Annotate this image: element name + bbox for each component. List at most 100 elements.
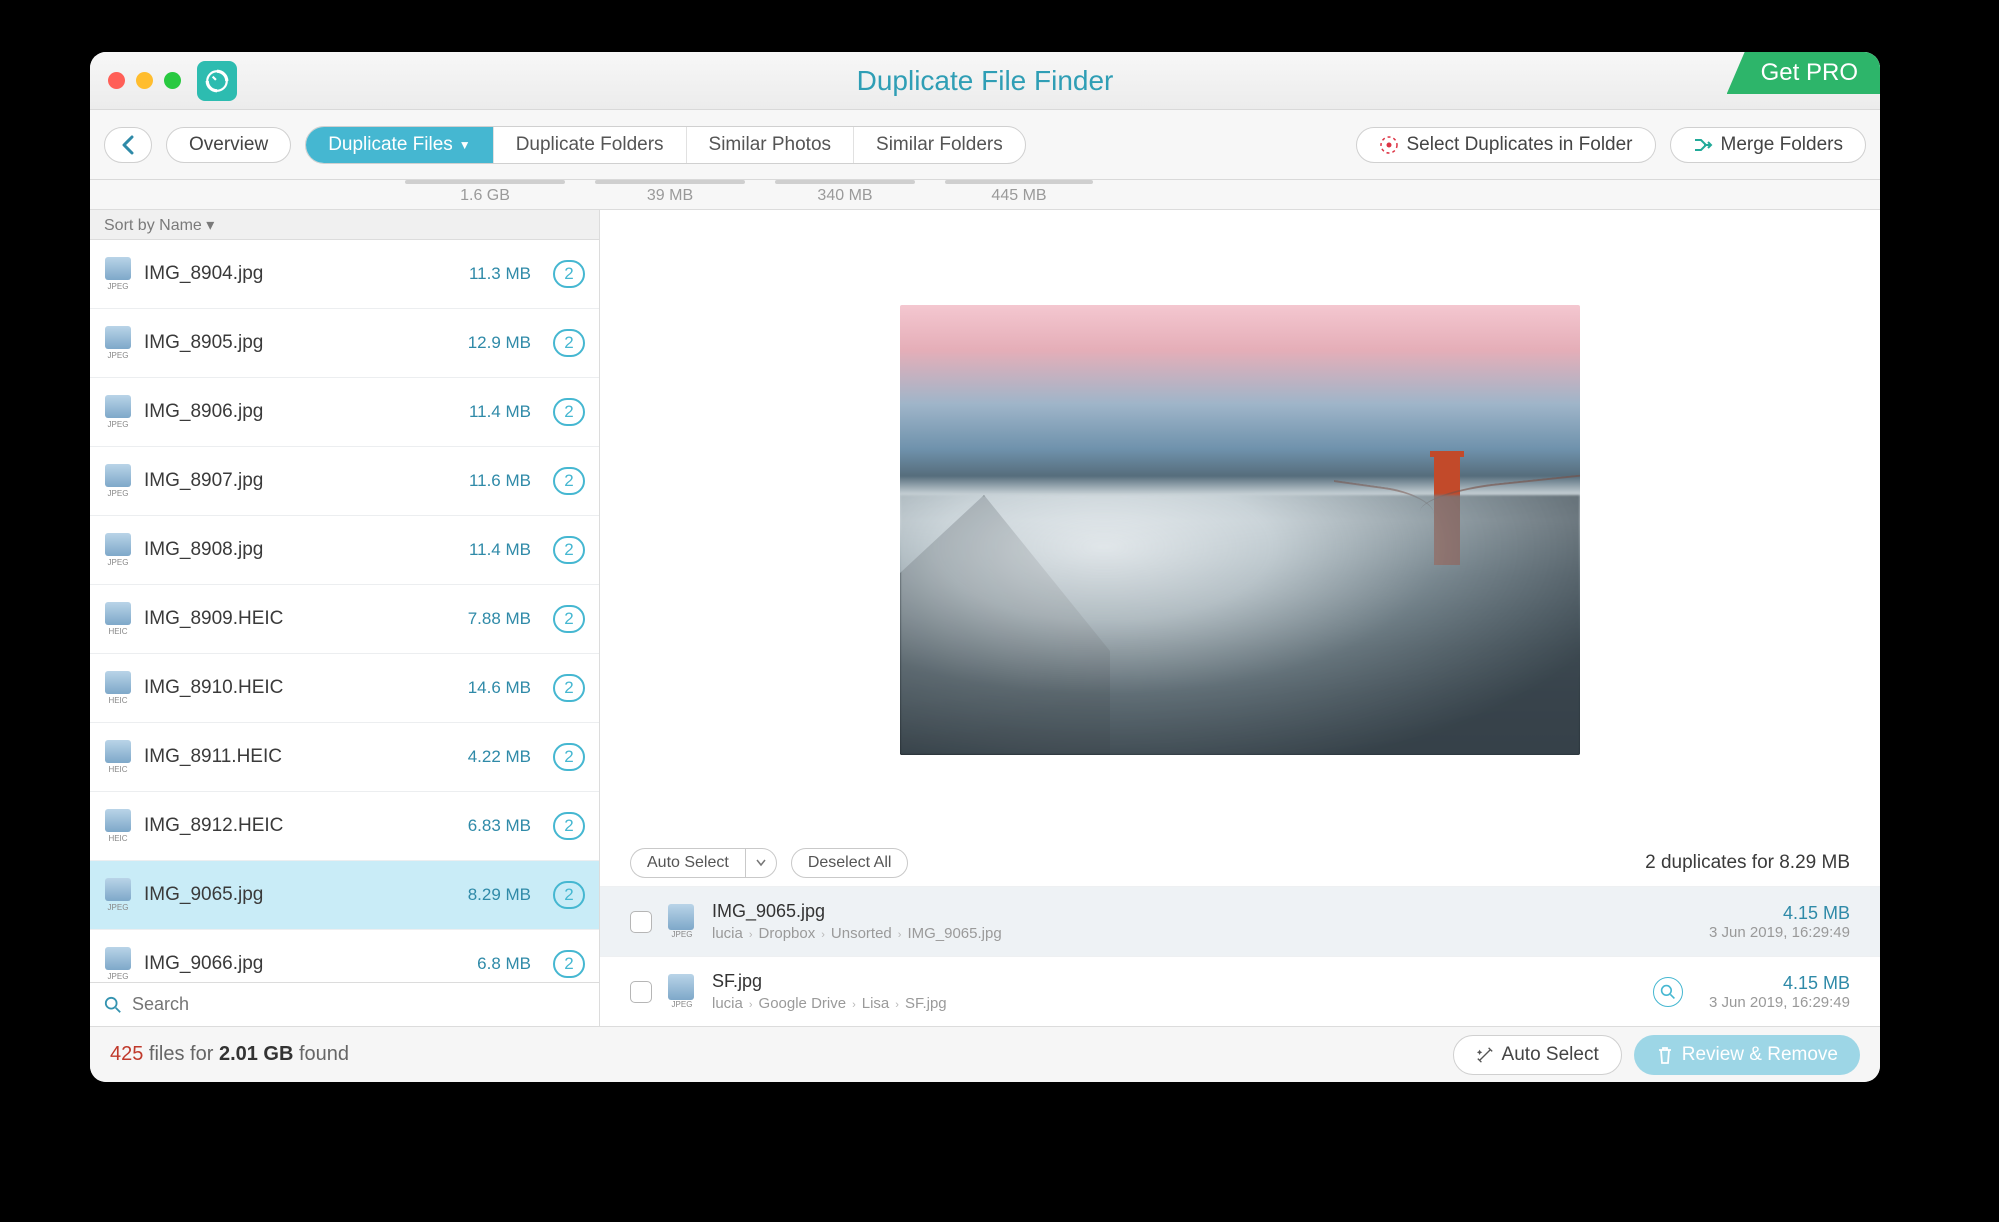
file-icon: JPEG [104, 257, 132, 291]
file-icon: HEIC [104, 602, 132, 636]
body: Sort by Name ▾ JPEG IMG_8904.jpg 11.3 MB… [90, 210, 1880, 1026]
file-size: 8.29 MB [468, 885, 531, 905]
footer-status: 425 files for 2.01 GB found [110, 1043, 349, 1066]
checkbox[interactable] [630, 911, 652, 933]
tab-size-label: 445 MB [930, 180, 1108, 205]
titlebar: Duplicate File Finder Get PRO [90, 52, 1880, 110]
file-name: IMG_8907.jpg [144, 470, 457, 492]
category-tabs: Duplicate Files▼Duplicate FoldersSimilar… [305, 126, 1026, 164]
auto-select-dropdown[interactable] [745, 848, 777, 878]
maximize-icon[interactable] [164, 72, 181, 89]
duplicate-count-badge: 2 [553, 605, 585, 633]
file-name: IMG_8908.jpg [144, 539, 457, 561]
duplicate-date: 3 Jun 2019, 16:29:49 [1709, 924, 1850, 941]
minimize-icon[interactable] [136, 72, 153, 89]
quicklook-button[interactable] [1653, 977, 1683, 1007]
duplicate-count-badge: 2 [553, 812, 585, 840]
duplicate-count-badge: 2 [553, 329, 585, 357]
tab-similar-folders[interactable]: Similar Folders [854, 127, 1025, 163]
list-item[interactable]: JPEG IMG_8904.jpg 11.3 MB 2 [90, 240, 599, 309]
wand-icon [1476, 1046, 1494, 1064]
footer-auto-select-button[interactable]: Auto Select [1453, 1035, 1622, 1075]
preview-area [600, 210, 1880, 840]
toolbar: Overview Duplicate Files▼Duplicate Folde… [90, 110, 1880, 180]
duplicate-count-badge: 2 [553, 743, 585, 771]
file-size: 14.6 MB [468, 678, 531, 698]
duplicate-size: 4.15 MB [1709, 973, 1850, 994]
duplicate-count-badge: 2 [553, 674, 585, 702]
merge-folders-button[interactable]: Merge Folders [1670, 127, 1867, 163]
duplicate-date: 3 Jun 2019, 16:29:49 [1709, 994, 1850, 1011]
file-icon: JPEG [668, 974, 696, 1009]
auto-select-button[interactable]: Auto Select [630, 848, 745, 878]
preview-image[interactable] [900, 305, 1580, 755]
list-item[interactable]: HEIC IMG_8910.HEIC 14.6 MB 2 [90, 654, 599, 723]
merge-folders-label: Merge Folders [1721, 134, 1844, 156]
file-name: IMG_8911.HEIC [144, 746, 456, 768]
select-duplicates-in-folder-button[interactable]: Select Duplicates in Folder [1356, 127, 1656, 163]
deselect-all-button[interactable]: Deselect All [791, 848, 909, 878]
overview-button[interactable]: Overview [166, 127, 291, 163]
duplicate-controls: Auto Select Deselect All 2 duplicates fo… [600, 840, 1880, 886]
window-controls [108, 72, 181, 89]
file-icon: HEIC [104, 809, 132, 843]
file-name: IMG_9065.jpg [144, 884, 456, 906]
search-icon [104, 996, 122, 1014]
file-size: 12.9 MB [468, 333, 531, 353]
target-icon [1379, 135, 1399, 155]
list-item[interactable]: JPEG IMG_9066.jpg 6.8 MB 2 [90, 930, 599, 982]
list-item[interactable]: JPEG IMG_8907.jpg 11.6 MB 2 [90, 447, 599, 516]
list-item[interactable]: JPEG IMG_8908.jpg 11.4 MB 2 [90, 516, 599, 585]
sort-dropdown[interactable]: Sort by Name ▾ [90, 210, 599, 240]
tab-duplicate-files[interactable]: Duplicate Files▼ [306, 127, 494, 163]
file-name: IMG_8910.HEIC [144, 677, 456, 699]
file-name: IMG_8906.jpg [144, 401, 457, 423]
list-item[interactable]: HEIC IMG_8912.HEIC 6.83 MB 2 [90, 792, 599, 861]
file-size: 6.83 MB [468, 816, 531, 836]
list-item[interactable]: JPEG IMG_8906.jpg 11.4 MB 2 [90, 378, 599, 447]
file-icon: JPEG [104, 533, 132, 567]
select-duplicates-label: Select Duplicates in Folder [1407, 134, 1633, 156]
duplicate-count-badge: 2 [553, 398, 585, 426]
list-item[interactable]: HEIC IMG_8911.HEIC 4.22 MB 2 [90, 723, 599, 792]
close-icon[interactable] [108, 72, 125, 89]
duplicate-row[interactable]: JPEG SF.jpg lucia›Google Drive›Lisa›SF.j… [600, 956, 1880, 1026]
chevron-left-icon [121, 135, 135, 155]
get-pro-button[interactable]: Get PRO [1727, 52, 1880, 94]
list-item[interactable]: HEIC IMG_8909.HEIC 7.88 MB 2 [90, 585, 599, 654]
duplicate-name: SF.jpg [712, 971, 1637, 992]
file-icon: HEIC [104, 671, 132, 705]
review-remove-button[interactable]: Review & Remove [1634, 1035, 1860, 1075]
tab-size-label: 1.6 GB [390, 180, 580, 205]
file-size: 11.6 MB [469, 471, 531, 491]
duplicate-path: lucia›Dropbox›Unsorted›IMG_9065.jpg [712, 925, 1693, 942]
sidebar: Sort by Name ▾ JPEG IMG_8904.jpg 11.3 MB… [90, 210, 600, 1026]
tab-size-label: 340 MB [760, 180, 930, 205]
tab-similar-photos[interactable]: Similar Photos [687, 127, 855, 163]
duplicate-row[interactable]: JPEG IMG_9065.jpg lucia›Dropbox›Unsorted… [600, 886, 1880, 956]
chevron-down-icon [756, 859, 766, 867]
checkbox[interactable] [630, 981, 652, 1003]
file-size: 6.8 MB [477, 954, 531, 974]
file-icon: HEIC [104, 740, 132, 774]
file-size: 4.22 MB [468, 747, 531, 767]
file-name: IMG_9066.jpg [144, 953, 465, 975]
list-item[interactable]: JPEG IMG_8905.jpg 12.9 MB 2 [90, 309, 599, 378]
back-button[interactable] [104, 127, 152, 163]
tab-size-label: 39 MB [580, 180, 760, 205]
duplicate-name: IMG_9065.jpg [712, 901, 1693, 922]
app-icon [197, 61, 237, 101]
app-title: Duplicate File Finder [90, 65, 1880, 97]
tab-duplicate-folders[interactable]: Duplicate Folders [494, 127, 687, 163]
file-name: IMG_8909.HEIC [144, 608, 456, 630]
list-item[interactable]: JPEG IMG_9065.jpg 8.29 MB 2 [90, 861, 599, 930]
tab-sizes-row: 1.6 GB39 MB340 MB445 MB [90, 180, 1880, 210]
file-list[interactable]: JPEG IMG_8904.jpg 11.3 MB 2 JPEG IMG_890… [90, 240, 599, 982]
file-size: 7.88 MB [468, 609, 531, 629]
file-size: 11.3 MB [469, 264, 531, 284]
file-name: IMG_8912.HEIC [144, 815, 456, 837]
merge-icon [1693, 135, 1713, 155]
file-size: 11.4 MB [469, 540, 531, 560]
file-size: 11.4 MB [469, 402, 531, 422]
search-input[interactable] [132, 994, 585, 1015]
